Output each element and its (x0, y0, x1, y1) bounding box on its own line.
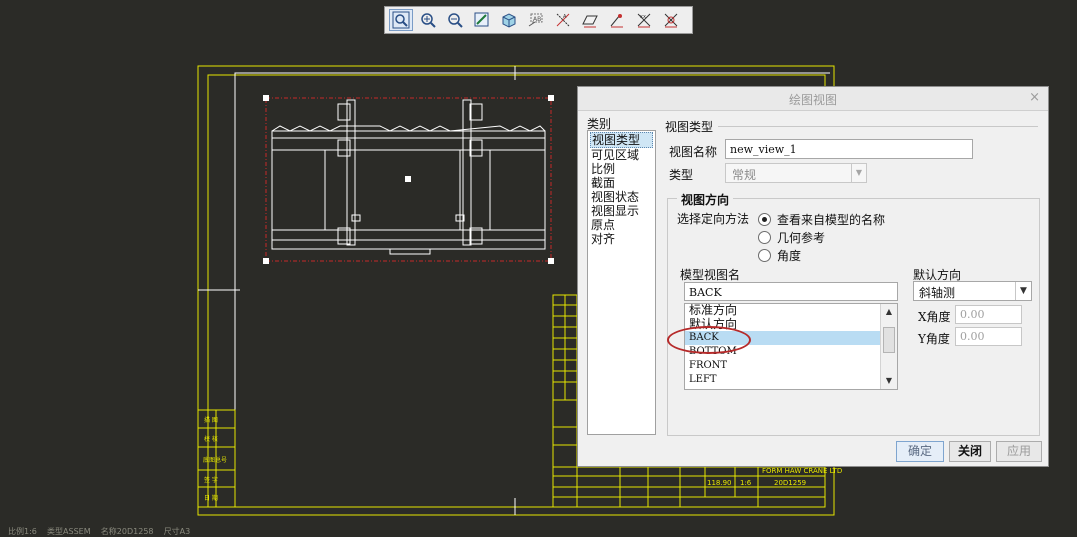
list-scrollbar[interactable]: ▲ ▼ (880, 304, 897, 389)
dialog-title-bar[interactable]: 绘图视图 × (578, 87, 1048, 111)
y-angle-input: 0.00 (955, 327, 1022, 346)
type-label: 类型 (669, 168, 694, 182)
zoom-out-icon (448, 13, 463, 28)
title-cell-2: 底图总号 (203, 456, 227, 464)
svg-text:xx: xx (640, 14, 646, 20)
zoom-in-button[interactable] (416, 9, 440, 31)
annotation-icon: AB (528, 13, 543, 27)
type-select: 常规 ▼ (725, 163, 867, 183)
view-orient-button[interactable] (497, 9, 521, 31)
view-name-input[interactable]: new_view_1 (725, 139, 973, 159)
annotation-button[interactable]: AB (524, 9, 548, 31)
svg-text:A: A (563, 14, 567, 20)
x-angle-label: X角度 (918, 310, 951, 324)
zoom-out-button[interactable] (443, 9, 467, 31)
datum-point-icon (610, 14, 623, 28)
category-visible-area[interactable]: 可见区域 (590, 148, 653, 162)
title-cell-0: 描 图 (204, 416, 218, 424)
datum-axis-icon: A (556, 13, 570, 27)
orientation-group-title: 视图方向 (677, 191, 734, 208)
radio-icon (758, 249, 771, 262)
radio-icon (758, 231, 771, 244)
drawing-view-dialog: 绘图视图 × 类别 视图类型 可见区域 比例 截面 视图状态 视图显示 原点 对… (577, 86, 1049, 467)
method-angle-label: 角度 (777, 249, 802, 263)
list-item[interactable]: FRONT (685, 359, 897, 373)
y-angle-label: Y角度 (918, 332, 950, 346)
method-angle[interactable]: 角度 (758, 247, 801, 264)
list-item[interactable]: 标准方向 (685, 304, 897, 318)
chevron-down-icon: ▼ (851, 164, 866, 182)
x-angle-input: 0.00 (955, 305, 1022, 324)
close-button[interactable]: 关闭 (949, 441, 991, 462)
title-cell-4: 日 期 (204, 494, 218, 502)
repaint-icon (474, 12, 489, 27)
category-view-state[interactable]: 视图状态 (590, 190, 653, 204)
title-mass: 118.90 (707, 479, 732, 487)
chevron-down-icon: ▼ (1015, 282, 1031, 300)
default-direction-select[interactable]: 斜轴测 ▼ (913, 281, 1032, 301)
radio-selected-icon (758, 213, 771, 226)
scroll-down-icon[interactable]: ▼ (881, 374, 897, 388)
list-item[interactable]: LEFT (685, 373, 897, 387)
show-hide-icon (664, 13, 678, 28)
status-bar: 比例1:6 类型ASSEM 名称20D1258 尺寸A3 (8, 527, 191, 536)
default-direction-value: 斜轴测 (919, 286, 956, 300)
csys-icon: xx (637, 13, 651, 28)
model-view-label: 模型视图名 (680, 268, 741, 282)
type-value: 常规 (732, 168, 757, 182)
method-geometry-ref-label: 几何参考 (777, 231, 826, 245)
scroll-up-icon[interactable]: ▲ (881, 305, 897, 319)
title-cell-3: 签 字 (204, 476, 218, 484)
title-drawing-no: 20D1259 (774, 479, 806, 487)
scroll-thumb[interactable] (883, 327, 895, 353)
method-geometry-ref[interactable]: 几何参考 (758, 229, 825, 246)
model-view-input[interactable]: BACK (684, 282, 898, 301)
zoom-in-icon (421, 13, 436, 28)
view-orient-icon (502, 13, 516, 28)
datum-axis-button[interactable]: A (551, 9, 575, 31)
method-model-name[interactable]: 查看来自模型的名称 (758, 211, 885, 228)
title-cell-1: 校 核 (204, 435, 218, 443)
zoom-fit-icon (392, 11, 410, 29)
view-name-label: 视图名称 (669, 145, 718, 159)
close-icon[interactable]: × (1029, 90, 1040, 105)
category-section[interactable]: 截面 (590, 176, 653, 190)
apply-button[interactable]: 应用 (996, 441, 1042, 462)
category-origin[interactable]: 原点 (590, 218, 653, 232)
method-model-name-label: 查看来自模型的名称 (777, 213, 886, 227)
repaint-button[interactable] (470, 9, 494, 31)
csys-button[interactable]: xx (632, 9, 656, 31)
category-view-type[interactable]: 视图类型 (590, 132, 653, 148)
dialog-title: 绘图视图 (788, 93, 837, 107)
datum-plane-icon (582, 15, 598, 28)
datum-plane-button[interactable] (578, 9, 602, 31)
selection-handles[interactable] (263, 95, 554, 264)
ok-button[interactable]: 确定 (896, 441, 944, 462)
zoom-fit-button[interactable] (389, 9, 413, 31)
datum-point-button[interactable] (605, 9, 629, 31)
category-alignment[interactable]: 对齐 (590, 232, 653, 246)
show-hide-button[interactable] (659, 9, 683, 31)
select-method-label: 选择定向方法 (677, 212, 750, 226)
category-view-display[interactable]: 视图显示 (590, 204, 653, 218)
highlight-annotation (667, 326, 751, 354)
title-company: FORM HAW CRANE LTD (762, 467, 842, 475)
title-scale: 1:6 (740, 479, 752, 487)
category-list: 视图类型 可见区域 比例 截面 视图状态 视图显示 原点 对齐 (587, 130, 656, 435)
section-title: 视图类型 (665, 120, 714, 134)
category-scale[interactable]: 比例 (590, 162, 653, 176)
left-title-text: 描 图 校 核 底图总号 签 字 日 期 (203, 416, 227, 502)
view-toolbar: AB A xx (384, 6, 693, 34)
title-block-text: FORM HAW CRANE LTD 118.90 1:6 20D1259 (707, 467, 842, 487)
section-divider (718, 126, 1038, 127)
